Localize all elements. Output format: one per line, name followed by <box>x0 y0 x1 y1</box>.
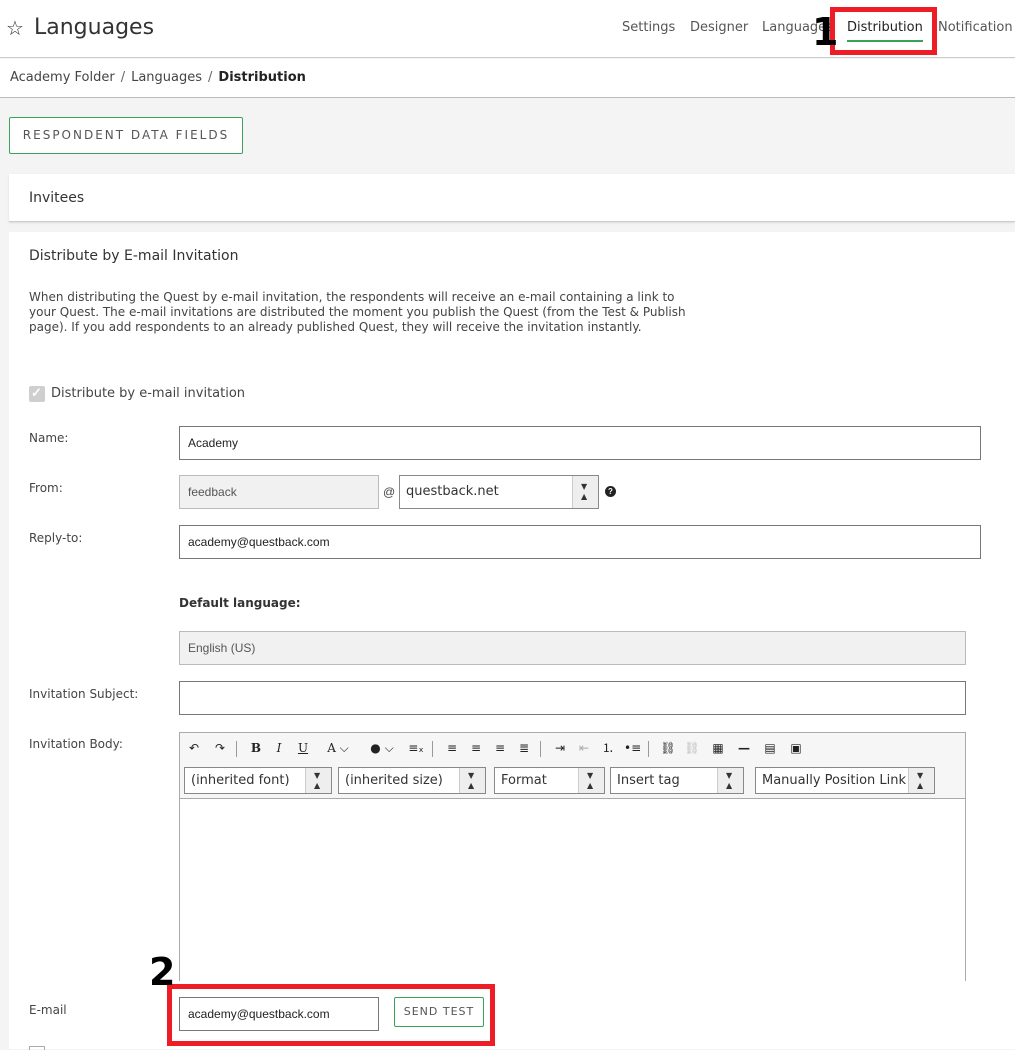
default-language-field: English (US) <box>179 631 966 665</box>
breadcrumb-item[interactable]: Academy Folder <box>10 70 115 85</box>
invitees-title: Invitees <box>29 190 85 206</box>
tab-notification[interactable]: Notification <box>938 20 1013 35</box>
section-description: When distributing the Quest by e-mail in… <box>29 290 686 334</box>
select-arrows-icon <box>305 768 331 793</box>
clear-format-icon[interactable]: ≡ₓ <box>408 739 424 757</box>
from-domain-value: questback.net <box>406 484 499 499</box>
invitation-subject-field[interactable] <box>179 681 966 715</box>
bold-icon[interactable]: B <box>248 739 264 757</box>
breadcrumb: Academy Folder / Languages / Distribution <box>10 70 306 85</box>
image-icon[interactable]: ▣ <box>788 739 804 757</box>
select-arrows-icon <box>459 768 485 793</box>
position-link-select[interactable]: Manually Position Link <box>755 767 935 794</box>
select-arrows-icon <box>572 476 598 508</box>
insert-tag-select-value: Insert tag <box>617 773 680 788</box>
name-field[interactable]: Academy <box>179 426 981 460</box>
respondent-data-fields-button[interactable]: RESPONDENT DATA FIELDS <box>9 117 243 154</box>
format-select-value: Format <box>501 773 547 788</box>
unlink-icon[interactable]: ⛓ <box>684 739 700 757</box>
distribute-checkbox[interactable] <box>29 385 45 402</box>
position-link-select-value: Manually Position Link <box>762 773 907 788</box>
outdent-icon[interactable]: ⇤ <box>576 739 592 757</box>
annotation-box-1 <box>830 7 937 55</box>
invitees-panel[interactable]: Invitees <box>9 174 1015 222</box>
tab-designer[interactable]: Designer <box>690 20 748 35</box>
justify-icon[interactable]: ≣ <box>516 739 532 757</box>
name-label: Name: <box>29 431 69 445</box>
star-icon[interactable]: ☆ <box>6 16 24 40</box>
email-label: E-mail <box>29 1003 67 1017</box>
size-select-value: (inherited size) <box>345 773 443 788</box>
select-arrows-icon <box>908 768 934 793</box>
breadcrumb-bar: Academy Folder / Languages / Distribution <box>0 59 1015 98</box>
insert-tag-select[interactable]: Insert tag <box>610 767 744 794</box>
link-icon[interactable]: ⛓ <box>660 739 676 757</box>
editor-toolbar: ↶ ↷ B I U A ⌵ ● ⌵ ≡ₓ ≡ ≡ ≡ ≣ ⇥ ⇤ ⒈ •≡ ⛓ … <box>180 733 965 797</box>
italic-icon[interactable]: I <box>271 739 287 757</box>
tab-settings[interactable]: Settings <box>622 20 675 35</box>
breadcrumb-current: Distribution <box>218 70 306 85</box>
annotation-box-2 <box>167 984 495 1046</box>
reply-to-label: Reply-to: <box>29 531 83 545</box>
annotation-number-2: 2 <box>149 950 176 994</box>
bg-color-icon[interactable]: ● ⌵ <box>368 739 396 757</box>
font-select[interactable]: (inherited font) <box>184 767 332 794</box>
underline-icon[interactable]: U <box>295 739 311 757</box>
select-arrows-icon <box>717 768 743 793</box>
from-user-field: feedback <box>179 475 379 509</box>
from-label: From: <box>29 481 63 495</box>
indent-icon[interactable]: ⇥ <box>552 739 568 757</box>
align-center-icon[interactable]: ≡ <box>468 739 484 757</box>
distribute-checkbox-label: Distribute by e-mail invitation <box>51 386 246 401</box>
undo-icon[interactable]: ↶ <box>186 739 202 757</box>
bullet-list-icon[interactable]: •≡ <box>624 739 641 757</box>
checkbox-partial[interactable] <box>29 1046 45 1050</box>
ordered-list-icon[interactable]: ⒈ <box>600 739 616 757</box>
source-icon[interactable]: ▤ <box>762 739 778 757</box>
breadcrumb-item[interactable]: Languages <box>131 70 202 85</box>
table-icon[interactable]: ▦ <box>710 739 726 757</box>
format-select[interactable]: Format <box>494 767 605 794</box>
select-arrows-icon <box>578 768 604 793</box>
invitation-subject-label: Invitation Subject: <box>29 687 139 701</box>
redo-icon[interactable]: ↷ <box>212 739 228 757</box>
font-select-value: (inherited font) <box>191 773 290 788</box>
font-color-icon[interactable]: A ⌵ <box>324 739 352 757</box>
size-select[interactable]: (inherited size) <box>338 767 486 794</box>
annotation-number-1: 1 <box>812 10 839 54</box>
align-right-icon[interactable]: ≡ <box>492 739 508 757</box>
page-title: Languages <box>34 15 155 40</box>
invitation-body-label: Invitation Body: <box>29 737 123 751</box>
editor-body-area[interactable] <box>180 798 965 981</box>
from-domain-select[interactable]: questback.net <box>399 475 599 509</box>
align-left-icon[interactable]: ≡ <box>444 739 460 757</box>
hr-icon[interactable]: — <box>736 739 752 757</box>
help-icon[interactable]: ? <box>605 486 616 497</box>
at-sign: @ <box>383 485 396 499</box>
rich-text-editor[interactable]: ↶ ↷ B I U A ⌵ ● ⌵ ≡ₓ ≡ ≡ ≡ ≣ ⇥ ⇤ ⒈ •≡ ⛓ … <box>179 732 966 981</box>
reply-to-field[interactable]: academy@questback.com <box>179 525 981 559</box>
default-language-label: Default language: <box>179 596 301 610</box>
email-invitation-card: Distribute by E-mail Invitation When dis… <box>9 232 1015 1050</box>
section-title: Distribute by E-mail Invitation <box>29 248 239 264</box>
